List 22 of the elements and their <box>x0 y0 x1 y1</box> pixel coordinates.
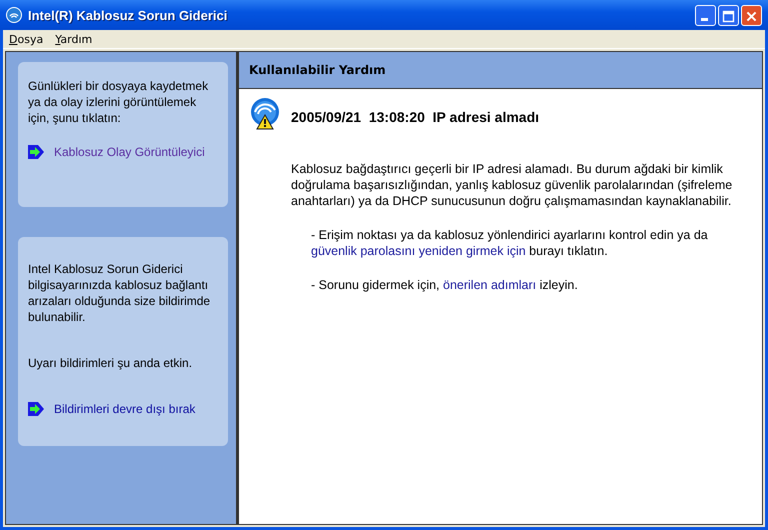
help-link[interactable]: güvenlik parolasını yeniden girmek için <box>311 244 526 258</box>
card-text: Uyarı bildirimleri şu anda etkin. <box>28 355 194 371</box>
card-text: Intel Kablosuz Sorun Giderici bilgisayarınızda kablosuz bağlantı arızaları olduğunda size bildirimde bulunabilir. <box>28 261 212 325</box>
help-link[interactable]: önerilen adımları <box>443 278 536 292</box>
header-title: Kullanılabilir Yardım <box>249 63 386 77</box>
minimize-button[interactable] <box>695 4 716 26</box>
menu-item[interactable]: Yardım <box>55 32 92 46</box>
wifi-icon <box>6 7 22 23</box>
minimize-icon <box>701 18 708 20</box>
maximize-button[interactable] <box>718 4 739 26</box>
arrow-icon <box>28 402 44 416</box>
description-text: Kablosuz bağdaştırıcı geçerli bir IP adresi alamadı. Bu durum ağdaki bir kimlik doğrulama başarısızlığından, yanlış kablosuz güvenlik parolalarından (şifreleme anahtarları) ya da DHCP sunucusunun doğru çalışmamasından kaynaklanabilir. <box>291 161 734 209</box>
step-text: - Erişim noktası ya da kablosuz yönlendirici ayarlarını kontrol edin ya da güvenlik parolasını yeniden girmek için burayı tıklatın. <box>311 227 709 259</box>
window-title: Intel(R) Kablosuz Sorun Giderici <box>28 8 228 22</box>
sidebar-link[interactable]: Bildirimleri devre dışı bırak <box>54 401 196 417</box>
sidebar-link[interactable]: Kablosuz Olay Görüntüleyici <box>54 144 205 160</box>
arrow-icon <box>28 145 44 159</box>
step-text: - Sorunu gidermek için, önerilen adımları izleyin. <box>311 277 579 293</box>
event-title: 2005/09/21 13:08:20 IP adresi almadı <box>291 109 540 125</box>
close-button[interactable] <box>741 4 762 26</box>
menu-item[interactable]: Dosya <box>9 32 44 46</box>
card-text: Günlükleri bir dosyaya kaydetmek ya da olay izlerini görüntülemek için, şunu tıklatın: <box>28 78 210 126</box>
